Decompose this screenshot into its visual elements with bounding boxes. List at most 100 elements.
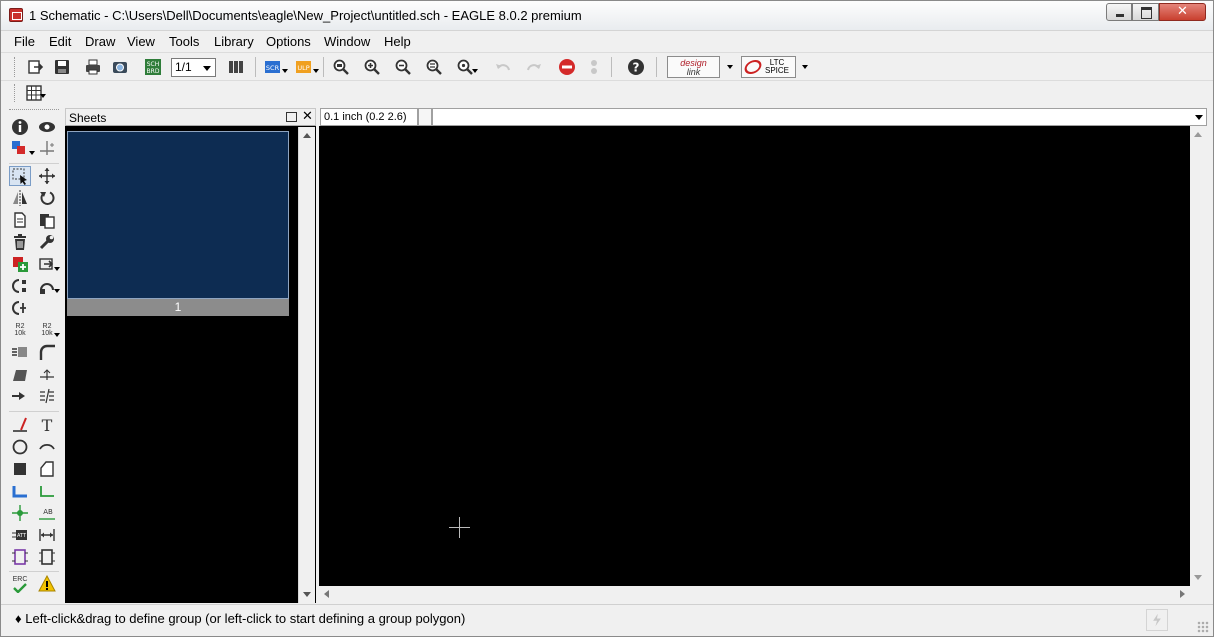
replace-dropdown-icon[interactable]: [54, 267, 60, 271]
scroll-right-icon[interactable]: [1180, 590, 1185, 598]
wire-icon[interactable]: [9, 415, 31, 435]
polygon-icon[interactable]: [36, 459, 58, 479]
scroll-up-icon[interactable]: [1194, 132, 1202, 137]
run-ulp-icon[interactable]: ULP: [293, 56, 315, 78]
junction-icon[interactable]: [9, 503, 31, 523]
zoom-in-icon[interactable]: [361, 56, 383, 78]
label-icon[interactable]: AB: [36, 503, 58, 523]
menu-tools[interactable]: Tools: [169, 34, 199, 49]
grid-dropdown-icon[interactable]: [40, 94, 46, 98]
paste-icon[interactable]: [36, 210, 58, 230]
dimension-icon[interactable]: [36, 525, 58, 545]
sheets-scrollbar[interactable]: [298, 127, 315, 603]
run-script-icon[interactable]: SCR: [262, 56, 284, 78]
zoom-select-icon[interactable]: [423, 56, 445, 78]
cam-processor-icon[interactable]: [109, 56, 131, 78]
print-icon[interactable]: [82, 56, 104, 78]
show-icon[interactable]: [36, 117, 58, 137]
zoom-previous-icon[interactable]: [454, 56, 476, 78]
designlink-dropdown-icon[interactable]: [727, 65, 733, 69]
modules-icon[interactable]: [36, 547, 58, 567]
library-icon[interactable]: [225, 56, 247, 78]
menu-view[interactable]: View: [127, 34, 155, 49]
add-icon[interactable]: [9, 254, 31, 274]
gateswap-icon[interactable]: [9, 276, 31, 296]
sheet-thumbnail-label[interactable]: 1: [67, 299, 289, 316]
zoom-fit-icon[interactable]: [330, 56, 352, 78]
sch-brd-switch-icon[interactable]: SCH BRD: [142, 56, 164, 78]
move-icon[interactable]: [36, 166, 58, 186]
stop-icon[interactable]: [556, 56, 578, 78]
ltspice-dropdown-icon[interactable]: [802, 65, 808, 69]
sheet-thumbnail[interactable]: [67, 131, 289, 299]
bus-icon[interactable]: [9, 481, 31, 501]
zoom-dropdown-icon[interactable]: [472, 69, 478, 73]
float-panel-icon[interactable]: [286, 112, 297, 122]
ltspice-button[interactable]: LTC SPICE: [741, 56, 796, 78]
invoke-icon[interactable]: [9, 298, 31, 318]
open-icon[interactable]: [24, 56, 46, 78]
resize-grip[interactable]: [1197, 621, 1209, 633]
canvas-vertical-scrollbar[interactable]: [1190, 126, 1207, 586]
command-line-input[interactable]: [432, 108, 1207, 126]
scroll-down-icon[interactable]: [303, 592, 311, 597]
erc-icon[interactable]: ERC: [9, 574, 31, 594]
name-tool[interactable]: R2 10k: [9, 320, 31, 340]
circle-icon[interactable]: [9, 437, 31, 457]
menu-library[interactable]: Library: [214, 34, 254, 49]
info-icon[interactable]: [9, 117, 31, 137]
menu-help[interactable]: Help: [384, 34, 411, 49]
help-icon[interactable]: ?: [625, 56, 647, 78]
mark-icon[interactable]: [36, 138, 58, 158]
errors-warning-icon[interactable]: [36, 574, 58, 594]
group-icon[interactable]: [9, 166, 31, 186]
menu-file[interactable]: File: [14, 34, 35, 49]
palette-grip[interactable]: [9, 109, 59, 112]
scroll-left-icon[interactable]: [324, 590, 329, 598]
scr-dropdown-icon[interactable]: [282, 69, 288, 73]
text-icon[interactable]: T: [36, 415, 58, 435]
display-dropdown-icon[interactable]: [29, 151, 35, 155]
scroll-down-icon[interactable]: [1194, 575, 1202, 580]
attribute-icon[interactable]: ATT: [9, 525, 31, 545]
ulp-dropdown-icon[interactable]: [313, 69, 319, 73]
frame-icon[interactable]: [9, 547, 31, 567]
menu-edit[interactable]: Edit: [49, 34, 71, 49]
minimize-button[interactable]: [1106, 3, 1132, 21]
maximize-button[interactable]: [1132, 3, 1159, 21]
menu-options[interactable]: Options: [266, 34, 311, 49]
save-icon[interactable]: [51, 56, 73, 78]
zoom-out-icon[interactable]: [392, 56, 414, 78]
miter-icon[interactable]: [36, 342, 58, 362]
scroll-up-icon[interactable]: [303, 133, 311, 138]
rotate-icon[interactable]: [36, 188, 58, 208]
display-layers-icon[interactable]: [9, 138, 31, 158]
toolbar-grip[interactable]: [14, 84, 17, 102]
arc-icon[interactable]: [36, 437, 58, 457]
schematic-canvas[interactable]: [319, 126, 1190, 586]
pinswap-icon[interactable]: [36, 276, 58, 296]
smash-icon[interactable]: [9, 342, 31, 362]
bus-rip-icon[interactable]: [36, 386, 58, 406]
designlink-button[interactable]: design link: [667, 56, 720, 78]
change-icon[interactable]: [36, 232, 58, 252]
net-icon[interactable]: [36, 481, 58, 501]
optimize-icon[interactable]: [36, 364, 58, 384]
value-tool[interactable]: R2 10k: [36, 320, 58, 340]
sheet-select[interactable]: 1/1: [171, 58, 216, 77]
close-button[interactable]: ✕: [1159, 3, 1206, 21]
grid-icon[interactable]: [23, 82, 45, 104]
replace-icon[interactable]: [36, 254, 58, 274]
delete-icon[interactable]: [9, 232, 31, 252]
canvas-horizontal-scrollbar[interactable]: [319, 586, 1190, 602]
pinswap-arrow-icon[interactable]: [9, 386, 31, 406]
copy-icon[interactable]: [9, 210, 31, 230]
mirror-icon[interactable]: [9, 188, 31, 208]
menu-window[interactable]: Window: [324, 34, 370, 49]
eagle-app-icon[interactable]: [9, 8, 23, 22]
close-panel-icon[interactable]: ✕: [302, 109, 313, 124]
rectangle-icon[interactable]: [9, 459, 31, 479]
pinswap-dropdown-icon[interactable]: [54, 289, 60, 293]
split-icon[interactable]: [9, 364, 31, 384]
menu-draw[interactable]: Draw: [85, 34, 115, 49]
